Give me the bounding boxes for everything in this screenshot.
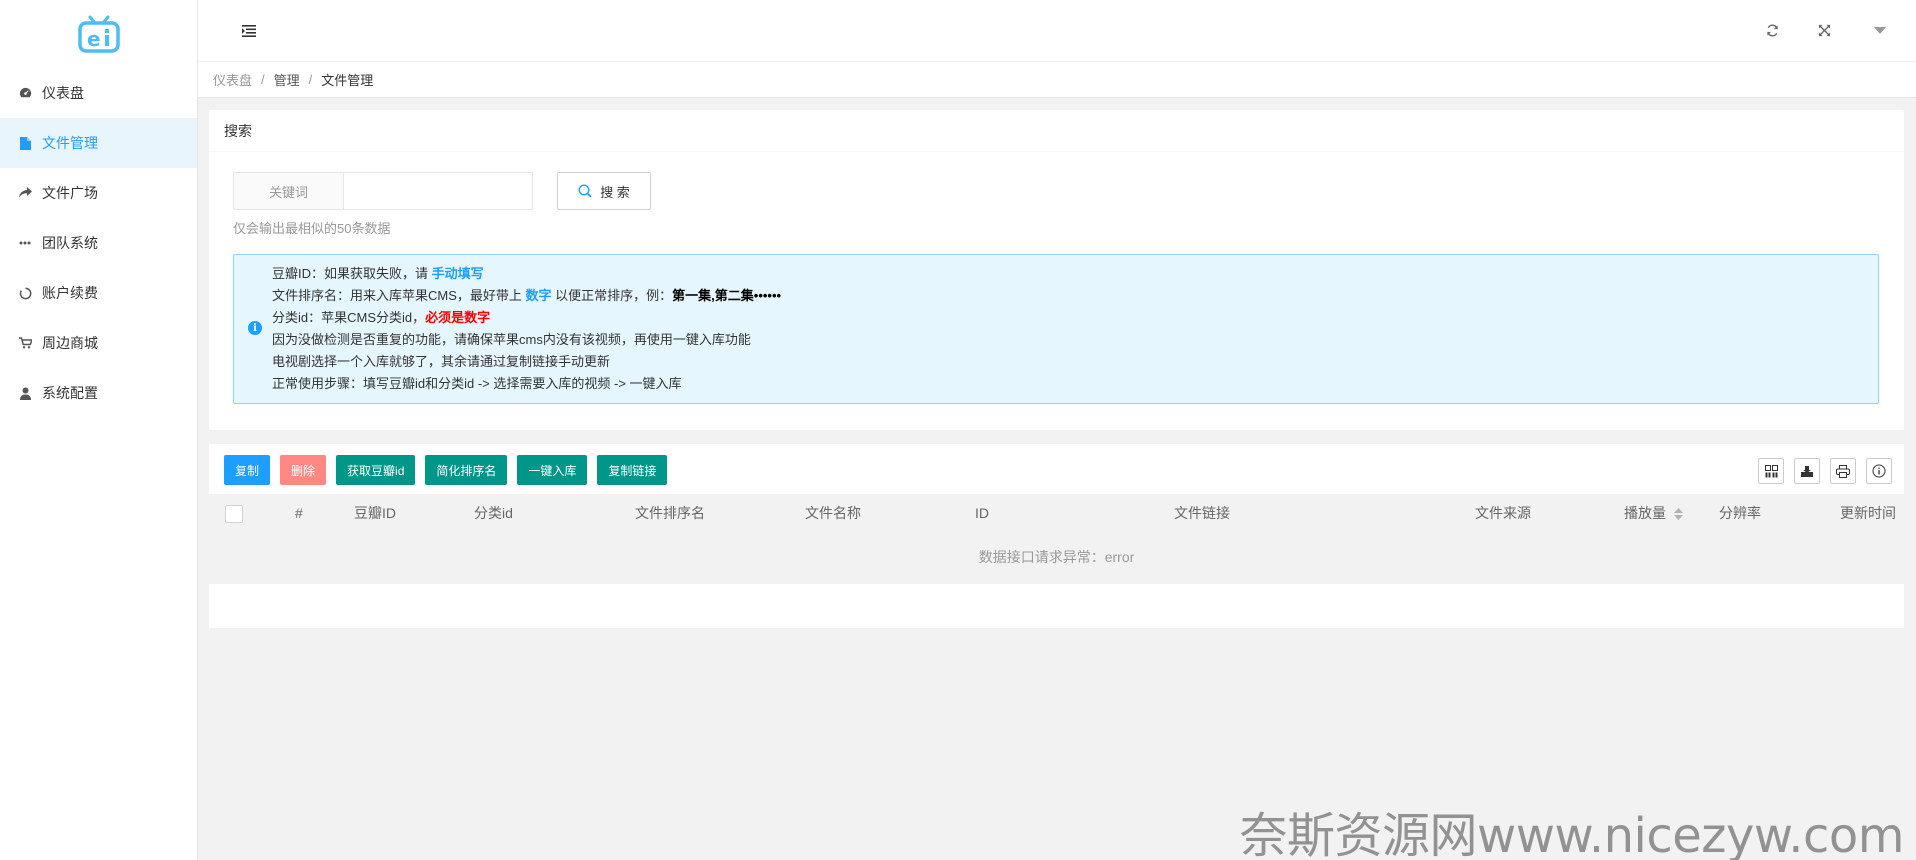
logo[interactable]: e	[0, 0, 197, 68]
search-card-title: 搜索	[209, 110, 1904, 152]
copy-link-button[interactable]: 复制链接	[597, 455, 668, 485]
cart-icon	[18, 336, 32, 350]
sidebar-item-account-renewal[interactable]: 账户续费	[0, 268, 197, 318]
column-header-category-id[interactable]: 分类id	[474, 494, 513, 532]
tips-text: 豆瓣ID：如果获取失败，请 手动填写 文件排序名：用来入库苹果CMS，最好带上 …	[272, 263, 781, 395]
sidebar-item-label: 仪表盘	[42, 85, 84, 101]
tip-line-douban: 豆瓣ID：如果获取失败，请 手动填写	[272, 263, 781, 285]
tip-line-category: 分类id：苹果CMS分类id，必须是数字	[272, 307, 781, 329]
sidebar-item-label: 团队系统	[42, 235, 98, 251]
sidebar-item-label: 账户续费	[42, 285, 98, 301]
user-icon	[18, 386, 32, 400]
sidebar-item-label: 系统配置	[42, 385, 98, 401]
sidebar-item-dashboard[interactable]: 仪表盘	[0, 68, 197, 118]
breadcrumb-item-current: 文件管理	[321, 73, 374, 88]
dashboard-icon	[18, 86, 32, 100]
fullscreen-icon[interactable]	[1816, 22, 1832, 38]
keyword-input[interactable]	[343, 172, 533, 210]
delete-button[interactable]: 删除	[280, 455, 327, 485]
table-card: 复制 删除 获取豆瓣id 简化排序名 一键入库 复制链接 # 豆瓣ID 分类id…	[209, 444, 1904, 628]
column-header-sort-name[interactable]: 文件排序名	[635, 494, 705, 532]
search-icon	[578, 184, 592, 198]
tip-line-duplicate: 因为没做检测是否重复的功能，请确保苹果cms内没有该视频，再使用一键入库功能	[272, 332, 751, 347]
tip-highlight: 数字	[525, 288, 552, 303]
search-card: 搜索 关键词 搜 索 仅会输出最相似的50条数据 i 豆瓣ID：如果获取失败，请…	[209, 110, 1904, 430]
export-icon[interactable]	[1794, 458, 1820, 484]
table-tools	[1748, 458, 1892, 484]
column-header-play-count[interactable]: 播放量	[1624, 494, 1683, 532]
info-circle-icon[interactable]	[1866, 458, 1892, 484]
sort-icon[interactable]	[1674, 508, 1683, 521]
search-button-label: 搜 索	[600, 184, 630, 200]
tip-line-tv-series: 电视剧选择一个入库就够了，其余请通过复制链接手动更新	[272, 354, 611, 369]
breadcrumb-separator: /	[308, 72, 313, 87]
table-toolbar: 复制 删除 获取豆瓣id 简化排序名 一键入库 复制链接	[224, 455, 677, 485]
table-empty-state: 数据接口请求异常：error	[209, 532, 1904, 584]
search-hint: 仅会输出最相似的50条数据	[233, 221, 391, 236]
select-all-checkbox[interactable]	[225, 505, 243, 523]
keyword-label: 关键词	[233, 172, 343, 210]
sidebar: e 仪表盘 文件管理 文件广场 团队系统 账户续费 周边商城 系统配置	[0, 0, 198, 860]
print-icon[interactable]	[1830, 458, 1856, 484]
tip-text: 分类id：苹果CMS分类id，	[272, 310, 426, 325]
svg-text:e: e	[87, 27, 101, 51]
sidebar-item-label: 文件管理	[42, 135, 98, 151]
file-icon	[18, 136, 32, 150]
breadcrumb-separator: /	[261, 72, 265, 87]
tip-line-sort-name: 文件排序名：用来入库苹果CMS，最好带上 数字 以便正常排序，例：第一集,第二集…	[272, 285, 781, 307]
simplify-sort-name-button[interactable]: 简化排序名	[425, 455, 508, 485]
column-header-douban-id[interactable]: 豆瓣ID	[354, 494, 396, 532]
more-icon	[18, 236, 32, 250]
columns-icon[interactable]	[1758, 458, 1784, 484]
sidebar-item-label: 周边商城	[42, 335, 98, 351]
tip-line-steps: 正常使用步骤：填写豆瓣id和分类id -> 选择需要入库的视频 -> 一键入库	[272, 376, 682, 391]
tip-text: 文件排序名：用来入库苹果CMS，最好带上	[272, 288, 526, 303]
breadcrumb-item-manage[interactable]: 管理	[274, 70, 300, 89]
tv-logo-icon: e	[77, 15, 120, 53]
tip-example: 第一集,第二集••••••	[672, 288, 782, 303]
column-header-updated-time[interactable]: 更新时间	[1840, 494, 1896, 532]
column-header-id[interactable]: ID	[975, 494, 989, 532]
column-header-file-link[interactable]: 文件链接	[1174, 494, 1230, 532]
column-header-file-name[interactable]: 文件名称	[805, 494, 861, 532]
column-header-file-source[interactable]: 文件来源	[1475, 494, 1531, 532]
sidebar-item-file-management[interactable]: 文件管理	[0, 118, 197, 168]
caret-down-icon[interactable]	[1872, 22, 1888, 38]
sidebar-nav: 仪表盘 文件管理 文件广场 团队系统 账户续费 周边商城 系统配置	[0, 68, 197, 418]
sidebar-item-shop[interactable]: 周边商城	[0, 318, 197, 368]
manual-fill-link[interactable]: 手动填写	[432, 266, 484, 281]
copy-button[interactable]: 复制	[224, 455, 271, 485]
sidebar-item-team-system[interactable]: 团队系统	[0, 218, 197, 268]
sidebar-item-label: 文件广场	[42, 185, 98, 201]
column-header-label: 播放量	[1624, 505, 1666, 521]
tip-warning: 必须是数字	[425, 310, 491, 325]
tip-text: 以便正常排序，例：	[551, 288, 673, 303]
share-icon	[18, 186, 32, 200]
menu-fold-icon[interactable]	[242, 24, 256, 38]
search-button[interactable]: 搜 索	[557, 172, 651, 210]
watermark: 奈斯资源网www.nicezyw.com	[1239, 808, 1904, 860]
tips-box: i 豆瓣ID：如果获取失败，请 手动填写 文件排序名：用来入库苹果CMS，最好带…	[233, 254, 1879, 404]
keyword-field-group: 关键词	[233, 172, 533, 210]
top-header	[198, 0, 1916, 62]
info-icon: i	[248, 321, 262, 335]
sidebar-item-system-config[interactable]: 系统配置	[0, 368, 197, 418]
breadcrumb: 仪表盘 / 管理 / 文件管理	[198, 62, 1916, 98]
circle-icon	[18, 286, 32, 300]
refresh-icon[interactable]	[1764, 22, 1780, 38]
tip-text: 豆瓣ID：如果获取失败，请	[272, 266, 432, 281]
column-header-resolution[interactable]: 分辨率	[1719, 494, 1761, 532]
one-click-import-button[interactable]: 一键入库	[517, 455, 588, 485]
breadcrumb-item-dashboard[interactable]: 仪表盘	[213, 70, 252, 89]
column-header-index: #	[295, 505, 303, 521]
table-header: # 豆瓣ID 分类id 文件排序名 文件名称 ID 文件链接 文件来源 播放量 …	[209, 494, 1904, 532]
sidebar-item-file-square[interactable]: 文件广场	[0, 168, 197, 218]
get-douban-id-button[interactable]: 获取豆瓣id	[336, 455, 416, 485]
